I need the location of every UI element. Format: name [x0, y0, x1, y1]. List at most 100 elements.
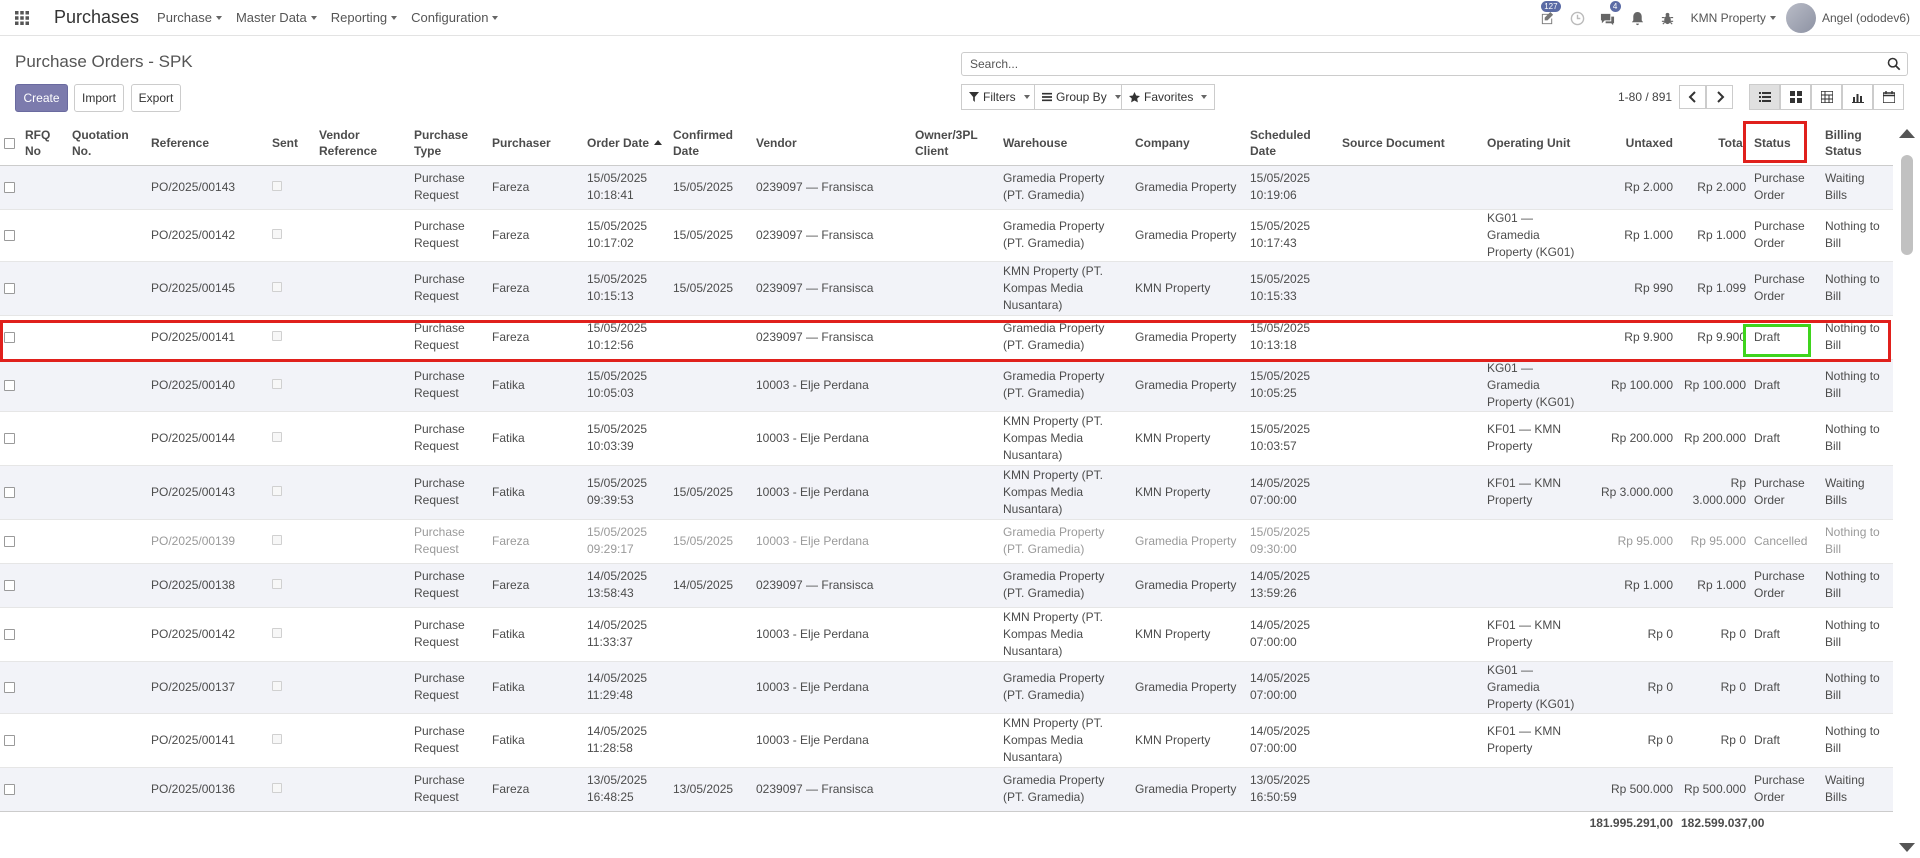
row-checkbox-cell[interactable] [0, 164, 21, 209]
col-warehouse[interactable]: Warehouse [999, 121, 1131, 166]
row-checkbox[interactable] [4, 331, 15, 343]
row-checkbox[interactable] [4, 486, 15, 498]
col-purchase-type[interactable]: Purchase Type [410, 121, 488, 166]
row-checkbox-cell[interactable] [0, 260, 21, 315]
col-company[interactable]: Company [1131, 121, 1246, 166]
table-row[interactable]: PO/2025/00144 Purchase Request Fatika 15/05… [0, 410, 1893, 465]
table-row[interactable]: PO/2025/00142 Purchase Request Fatika 14/05… [0, 606, 1893, 661]
table-row[interactable]: PO/2025/00141 Purchase Request Fatika 14/05… [0, 712, 1893, 767]
app-menu-icon[interactable] [0, 0, 44, 36]
table-row[interactable]: PO/2025/00140 Purchase Request Fatika 15/05… [0, 358, 1893, 411]
clock-icon[interactable] [1563, 0, 1593, 36]
col-source-document[interactable]: Source Document [1338, 121, 1483, 166]
menu-reporting[interactable]: Reporting [331, 10, 398, 25]
activity-edit-icon[interactable]: 127 [1533, 0, 1563, 36]
import-button[interactable]: Import [74, 84, 124, 112]
row-checkbox[interactable] [4, 734, 15, 746]
row-checkbox-cell[interactable] [0, 410, 21, 465]
export-button[interactable]: Export [131, 84, 181, 112]
row-checkbox-cell[interactable] [0, 606, 21, 661]
cell-billing-status: Nothing to Bill [1821, 660, 1893, 713]
list-view-button[interactable] [1749, 84, 1780, 110]
scroll-up-arrow-icon[interactable] [1899, 129, 1915, 138]
table-row[interactable]: PO/2025/00136 Purchase Request Fareza 13/05… [0, 766, 1893, 811]
filters-button[interactable]: Filters [961, 84, 1038, 110]
row-checkbox-cell[interactable] [0, 208, 21, 261]
user-menu[interactable]: Angel (ododev6) [1822, 11, 1910, 25]
row-checkbox[interactable] [4, 681, 15, 693]
row-checkbox[interactable] [4, 783, 15, 795]
row-checkbox[interactable] [4, 282, 15, 294]
pager-previous-button[interactable] [1679, 85, 1706, 109]
create-button[interactable]: Create [15, 84, 68, 112]
cell-scheduled-date: 14/05/2025 07:00:00 [1246, 464, 1338, 519]
messages-icon[interactable]: 4 [1593, 0, 1623, 36]
table-row[interactable]: PO/2025/00139 Purchase Request Fareza 15/05… [0, 518, 1893, 563]
col-total[interactable]: Total [1677, 121, 1750, 166]
group-by-button[interactable]: Group By [1034, 84, 1129, 110]
row-checkbox[interactable] [4, 579, 15, 591]
col-purchaser[interactable]: Purchaser [488, 121, 583, 166]
menu-master-data[interactable]: Master Data [236, 10, 317, 25]
app-title[interactable]: Purchases [54, 7, 139, 28]
menu-purchase[interactable]: Purchase [157, 10, 222, 25]
row-checkbox[interactable] [4, 628, 15, 640]
cell-untaxed: Rp 95.000 [1583, 518, 1677, 563]
company-switcher[interactable]: KMN Property [1691, 11, 1776, 25]
pivot-view-button[interactable] [1811, 84, 1842, 110]
row-checkbox-cell[interactable] [0, 712, 21, 767]
row-checkbox[interactable] [4, 229, 15, 241]
col-scheduled-date[interactable]: Scheduled Date [1246, 121, 1338, 166]
table-row[interactable]: PO/2025/00141 Purchase Request Fareza 15/05… [0, 314, 1893, 359]
row-checkbox-cell[interactable] [0, 660, 21, 713]
col-billing-status[interactable]: Billing Status [1821, 121, 1893, 166]
scroll-down-arrow-icon[interactable] [1899, 843, 1915, 852]
col-untaxed[interactable]: Untaxed [1583, 121, 1677, 166]
search-icon[interactable] [1887, 57, 1901, 71]
row-checkbox-cell[interactable] [0, 464, 21, 519]
col-owner-3pl-client[interactable]: Owner/3PL Client [911, 121, 999, 166]
search-input[interactable] [968, 56, 1868, 72]
favorites-button[interactable]: Favorites [1121, 84, 1216, 110]
col-order-date[interactable]: Order Date [583, 121, 669, 166]
row-checkbox[interactable] [4, 432, 15, 444]
bug-icon[interactable] [1653, 0, 1683, 36]
graph-view-button[interactable] [1842, 84, 1873, 110]
select-all-checkbox-cell[interactable] [0, 121, 21, 166]
table-row[interactable]: PO/2025/00143 Purchase Request Fatika 15/05… [0, 464, 1893, 519]
bell-icon[interactable] [1623, 0, 1653, 36]
pager-value[interactable]: 1-80 / 891 [1618, 90, 1672, 104]
kanban-view-button[interactable] [1780, 84, 1811, 110]
row-checkbox[interactable] [4, 379, 15, 391]
search-box[interactable] [961, 52, 1908, 76]
menu-purchase-label: Purchase [157, 10, 212, 25]
row-checkbox[interactable] [4, 181, 15, 193]
table-row[interactable]: PO/2025/00138 Purchase Request Fareza 14/05… [0, 562, 1893, 607]
col-quotation-no[interactable]: Quotation No. [68, 121, 147, 166]
pager-next-button[interactable] [1706, 85, 1733, 109]
row-checkbox-cell[interactable] [0, 766, 21, 811]
table-row[interactable]: PO/2025/00145 Purchase Request Fareza 15/05… [0, 260, 1893, 315]
col-operating-unit[interactable]: Operating Unit [1483, 121, 1583, 166]
vertical-scrollbar[interactable] [1893, 121, 1920, 858]
row-checkbox[interactable] [4, 535, 15, 547]
avatar[interactable] [1785, 3, 1816, 33]
table-row[interactable]: PO/2025/00142 Purchase Request Fareza 15/05… [0, 208, 1893, 261]
col-sent[interactable]: Sent [268, 121, 315, 166]
row-checkbox-cell[interactable] [0, 562, 21, 607]
col-reference[interactable]: Reference [147, 121, 268, 166]
select-all-checkbox[interactable] [4, 138, 15, 150]
table-row[interactable]: PO/2025/00137 Purchase Request Fatika 14/05… [0, 660, 1893, 713]
menu-configuration[interactable]: Configuration [411, 10, 499, 25]
row-checkbox-cell[interactable] [0, 358, 21, 411]
col-vendor-reference[interactable]: Vendor Reference [315, 121, 410, 166]
row-checkbox-cell[interactable] [0, 314, 21, 359]
col-vendor[interactable]: Vendor [752, 121, 911, 166]
table-row[interactable]: PO/2025/00143 Purchase Request Fareza 15/05… [0, 164, 1893, 209]
calendar-view-button[interactable] [1873, 84, 1904, 110]
scroll-thumb[interactable] [1901, 155, 1913, 255]
row-checkbox-cell[interactable] [0, 518, 21, 563]
col-rfq-no[interactable]: RFQ No [21, 121, 68, 166]
col-status[interactable]: Status [1750, 121, 1821, 166]
col-confirmed-date[interactable]: Confirmed Date [669, 121, 752, 166]
